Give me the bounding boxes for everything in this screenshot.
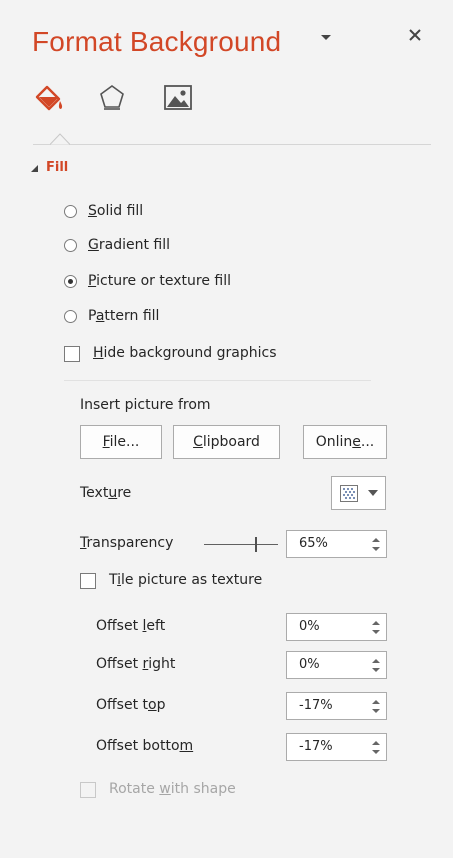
- file-button[interactable]: File...: [80, 425, 162, 459]
- pane-title: Format Background: [32, 26, 282, 57]
- spin-down-icon[interactable]: [372, 629, 380, 635]
- spin-up-icon[interactable]: [372, 620, 380, 626]
- pentagon-effects-icon[interactable]: [95, 82, 129, 112]
- spin-up-icon[interactable]: [372, 658, 380, 664]
- collapse-triangle-icon: [31, 165, 38, 172]
- close-icon[interactable]: [404, 24, 426, 46]
- spin-down-icon[interactable]: [372, 749, 380, 755]
- offset-left-value[interactable]: 0%: [299, 619, 320, 634]
- pane-options-dropdown-icon[interactable]: [318, 30, 334, 46]
- selected-tab-indicator: [50, 133, 70, 145]
- transparency-spinner[interactable]: 65%: [286, 530, 387, 558]
- fill-section-label: Fill: [46, 160, 69, 175]
- spin-down-icon[interactable]: [372, 708, 380, 714]
- offset-bottom-value[interactable]: -17%: [299, 739, 333, 754]
- clipboard-button[interactable]: Clipboard: [173, 425, 280, 459]
- transparency-label: Transparency: [80, 535, 174, 551]
- spin-up-icon[interactable]: [372, 537, 380, 543]
- transparency-value[interactable]: 65%: [299, 536, 328, 551]
- transparency-slider-thumb[interactable]: [255, 537, 257, 552]
- offset-bottom-spinner[interactable]: -17%: [286, 733, 387, 761]
- offset-top-label: Offset top: [96, 697, 166, 713]
- texture-swatch-icon: [340, 485, 358, 502]
- fill-bucket-icon[interactable]: [32, 82, 66, 112]
- transparency-slider-track[interactable]: [204, 544, 278, 545]
- picture-icon[interactable]: [161, 82, 195, 112]
- texture-label: Texture: [80, 485, 132, 501]
- offset-top-value[interactable]: -17%: [299, 698, 333, 713]
- spin-up-icon[interactable]: [372, 740, 380, 746]
- offset-left-label: Offset left: [96, 618, 166, 634]
- spin-up-icon[interactable]: [372, 699, 380, 705]
- checkbox[interactable]: [64, 346, 80, 362]
- offset-top-spinner[interactable]: -17%: [286, 692, 387, 720]
- insert-picture-from-label: Insert picture from: [80, 397, 211, 413]
- chevron-down-icon: [368, 490, 378, 496]
- offset-right-value[interactable]: 0%: [299, 657, 320, 672]
- texture-dropdown-button[interactable]: [331, 476, 386, 510]
- offset-bottom-label: Offset bottom: [96, 738, 194, 754]
- radio-button-selected[interactable]: [64, 275, 77, 288]
- radio-button[interactable]: [64, 205, 77, 218]
- online-button[interactable]: Online...: [303, 425, 387, 459]
- offset-left-spinner[interactable]: 0%: [286, 613, 387, 641]
- radio-button[interactable]: [64, 310, 77, 323]
- checkbox[interactable]: [80, 573, 96, 589]
- checkbox-disabled: [80, 782, 96, 798]
- spin-down-icon[interactable]: [372, 546, 380, 552]
- section-divider: [64, 380, 371, 381]
- offset-right-spinner[interactable]: 0%: [286, 651, 387, 679]
- radio-button[interactable]: [64, 239, 77, 252]
- spin-down-icon[interactable]: [372, 667, 380, 673]
- offset-right-label: Offset right: [96, 656, 176, 672]
- tab-separator: [33, 144, 431, 145]
